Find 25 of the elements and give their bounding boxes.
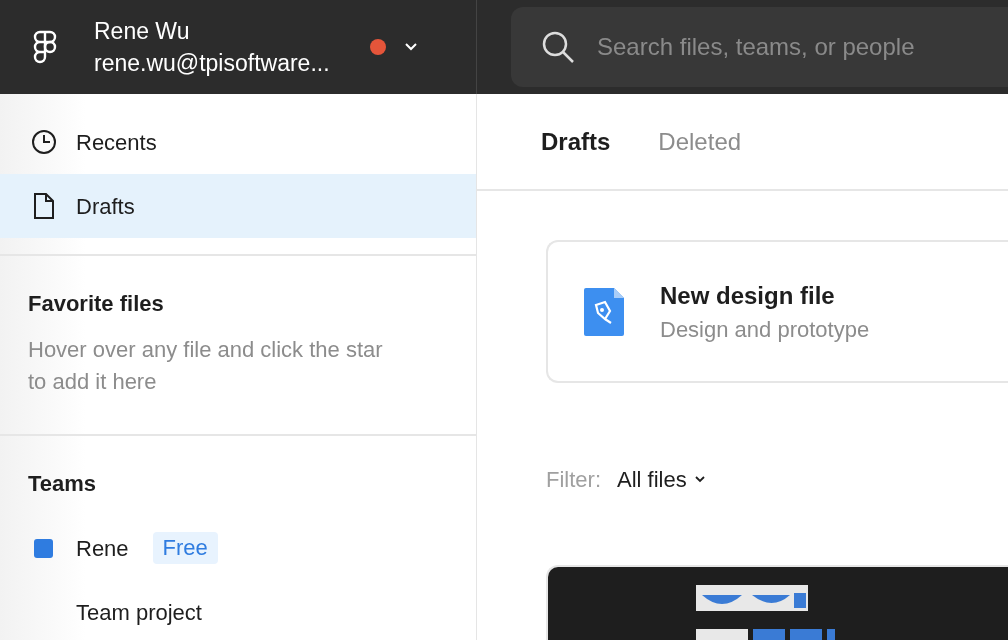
file-icon bbox=[33, 193, 55, 219]
filter-dropdown[interactable]: All files bbox=[617, 462, 705, 496]
team-name[interactable]: Rene bbox=[76, 531, 129, 565]
account-name: Rene Wu bbox=[94, 17, 191, 46]
account-email: rene.wu@tpisoftware... bbox=[94, 49, 331, 78]
section-title: Teams bbox=[27, 470, 98, 498]
tab[interactable]: Drafts bbox=[541, 123, 611, 160]
sidebar-item[interactable]: Drafts bbox=[0, 174, 476, 238]
team-name[interactable]: Team project bbox=[76, 595, 202, 629]
design-file-icon bbox=[584, 287, 624, 336]
caret-icon bbox=[694, 475, 705, 483]
search-field[interactable]: Search files, teams, or people bbox=[511, 7, 1008, 87]
section-title: Favorite files bbox=[28, 290, 165, 318]
hint-text: Hover over any file and click the star to add it here bbox=[28, 336, 384, 396]
card-title: New design file bbox=[660, 280, 836, 311]
sidebar-item[interactable]: Recents bbox=[0, 110, 476, 174]
chevron-down-icon[interactable] bbox=[404, 42, 418, 52]
new-file-card[interactable]: New design file Design and prototype bbox=[546, 240, 1008, 383]
logo-icon[interactable] bbox=[33, 30, 57, 64]
plan-badge: Free bbox=[152, 532, 218, 564]
card-subtitle: Design and prototype bbox=[660, 315, 870, 344]
search-input[interactable]: Search files, teams, or people bbox=[597, 29, 1008, 65]
search-icon bbox=[541, 30, 575, 64]
filter-label: Filter: bbox=[546, 465, 601, 494]
clock-icon bbox=[31, 129, 57, 155]
